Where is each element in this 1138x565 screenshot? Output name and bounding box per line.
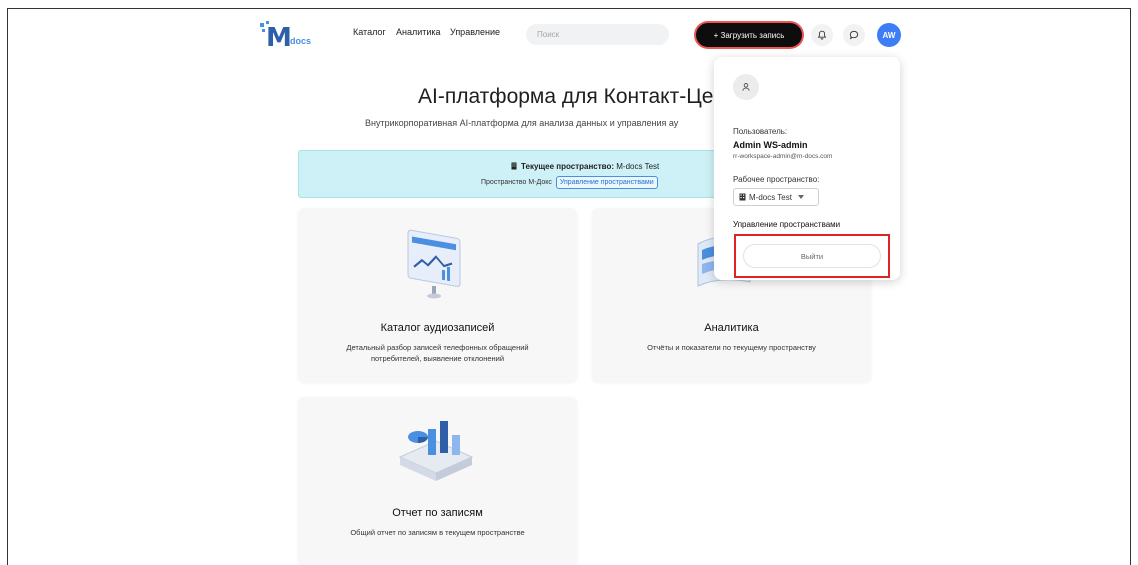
logo-suffix: docs [290,36,312,46]
user-name: Admin WS-admin [733,140,808,150]
card-title: Каталог аудиозаписей [380,322,495,334]
user-avatar [733,74,759,100]
nav-item-label: Управление [450,27,501,37]
nav-item-analytics[interactable]: Аналитика [396,27,441,37]
chat-bubble-icon [849,30,859,40]
search-input[interactable] [526,24,669,45]
card-description: Детальный разбор записей телефонных обра… [346,343,529,352]
records-report-card[interactable]: Отчет по записям Общий отчет по записям … [298,397,577,565]
upload-record-button[interactable]: + Загрузить запись [696,23,802,47]
workspace-label: Рабочее пространство: [733,175,820,184]
current-space-label: Текущее пространство: [521,162,615,171]
chevron-down-icon [797,195,804,199]
m-docs-logo[interactable]: M docs [260,21,320,53]
logo-dot [262,29,265,32]
logout-highlight: Выйти [734,234,890,278]
logo-letter: M [266,23,292,53]
card-title: Отчет по записям [392,507,483,519]
space-type-line: Пространство М-Докс Управление пространс… [481,176,658,189]
manage-spaces-link[interactable]: Управление пространствами [555,176,658,189]
space-type-text: Пространство М-Докс [481,179,552,186]
workspace-select[interactable]: M-docs Test [733,188,819,206]
page-subtitle: Внутрикорпоративная AI-платформа для ана… [365,118,679,128]
card-description: потребителей, выявление отклонений [370,354,505,363]
report-illustration-icon [398,421,474,481]
page-title: AI-платформа для Контакт-Цен [418,85,726,108]
user-label: Пользователь: [733,127,788,136]
bell-icon [817,30,827,40]
building-icon [511,162,517,170]
nav-item-label: Каталог [353,27,386,37]
current-space-line: Текущее пространство: M-docs Test [510,162,659,171]
card-description: Общий отчет по записям в текущем простра… [350,528,525,537]
app-window: M docs Каталог Аналитика Управление + За… [7,8,1131,565]
audio-catalog-card[interactable]: Каталог аудиозаписей Детальный разбор за… [298,208,577,382]
current-space-value: M-docs Test [616,162,660,171]
manage-spaces-menu-item[interactable]: Управление пространствами [733,220,840,229]
user-email: rr-workspace-admin@m-docs.com [733,153,833,160]
nav-item-label: Аналитика [396,27,441,37]
building-icon [739,193,746,201]
user-icon [742,83,750,91]
card-description: Отчёты и показатели по текущему простран… [647,343,816,352]
nav-item-management[interactable]: Управление [450,27,500,37]
card-title: Аналитика [704,322,759,334]
dashboard-illustration-icon [407,229,461,299]
nav-item-catalog[interactable]: Каталог [353,27,386,37]
workspace-select-value: M-docs Test [749,192,792,202]
logo-dot [260,23,264,27]
messages-button[interactable] [843,24,865,46]
logout-button[interactable]: Выйти [743,244,881,268]
top-navigation-bar: M docs Каталог Аналитика Управление + За… [8,9,1130,59]
user-avatar-button[interactable]: AW [877,23,901,47]
notifications-button[interactable] [811,24,833,46]
